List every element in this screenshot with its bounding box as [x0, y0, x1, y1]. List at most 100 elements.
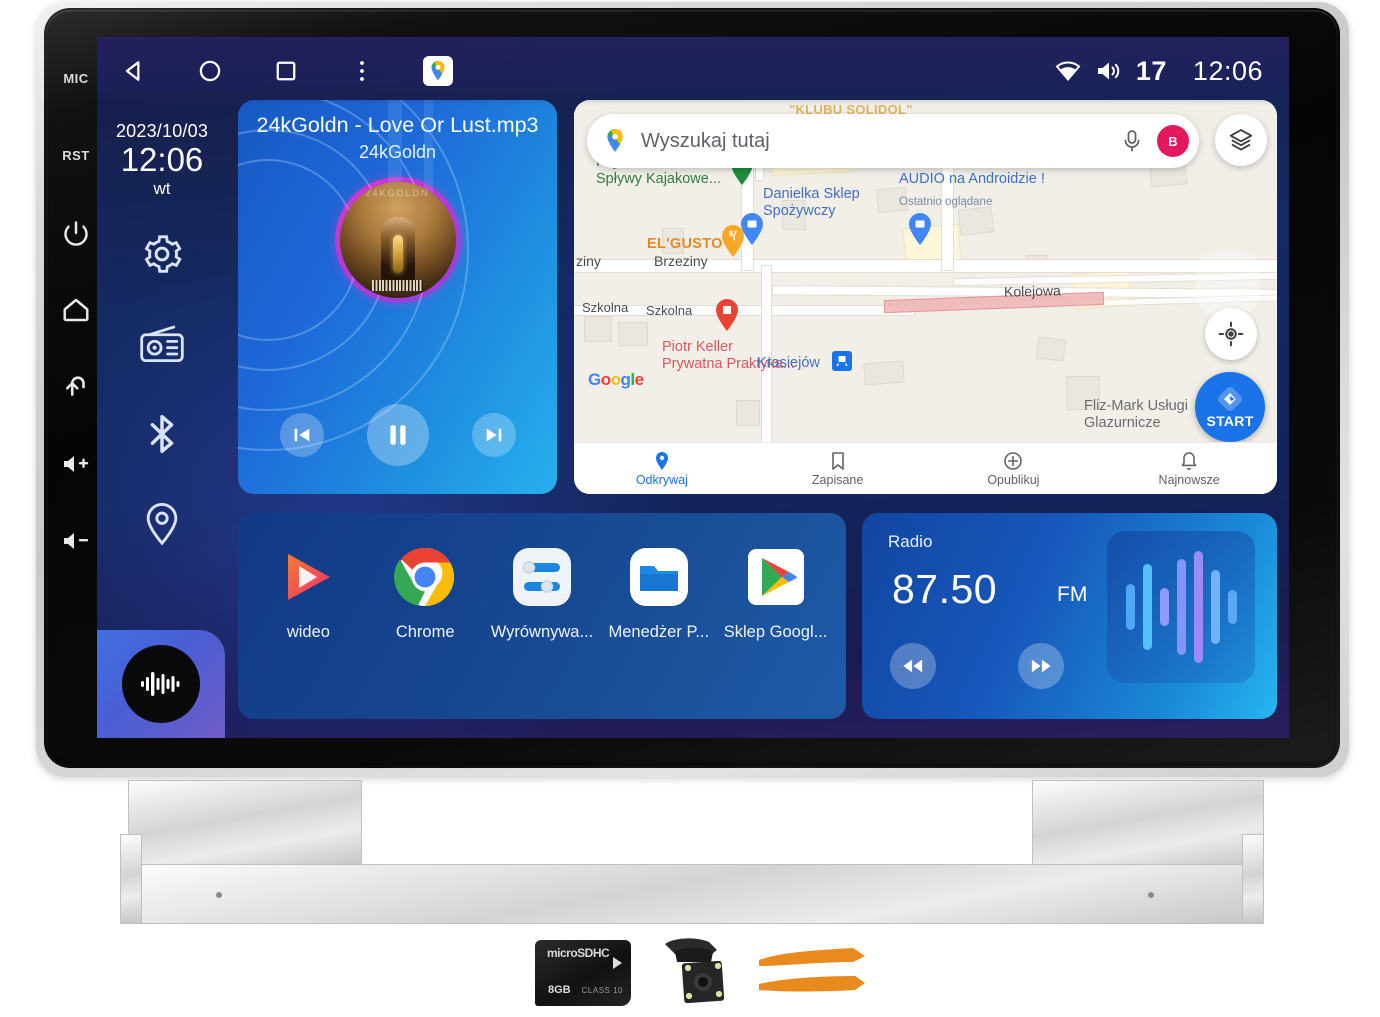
- map-search-bar[interactable]: Wyszukaj tutaj B: [587, 114, 1199, 168]
- mapnav-odkrywaj-label: Odkrywaj: [635, 472, 688, 487]
- back-icon: [65, 375, 85, 396]
- my-location-icon: [1218, 321, 1244, 347]
- poi-elgusto-label[interactable]: EL'GUSTO: [647, 236, 723, 253]
- rail-item-radio[interactable]: [137, 319, 187, 369]
- map-search-input[interactable]: Wyszukaj tutaj: [641, 130, 1121, 153]
- radio-previous-button[interactable]: [890, 643, 936, 689]
- app-play-store[interactable]: Sklep Googl...: [724, 545, 828, 642]
- bracket-screw: [216, 892, 222, 898]
- app-chrome[interactable]: Chrome: [373, 545, 477, 642]
- maps-pin-glyph: [431, 60, 445, 81]
- pry-tools: [759, 948, 865, 992]
- power-key[interactable]: [48, 194, 104, 271]
- rail-item-bluetooth[interactable]: [137, 409, 187, 459]
- app-shortcut-row: wideo Chrome Wyrównywa... Menedżer P... …: [238, 545, 846, 642]
- road-label-szkolna-1: Szkolna: [582, 300, 629, 315]
- poi-fliz-mark-label[interactable]: Fliz-Mark Usługi Glazurnicze: [1084, 398, 1188, 432]
- bell-icon: [1181, 451, 1197, 470]
- touchscreen[interactable]: 17 12:06 2023/10/03 12:06 wt 24kGoldn - …: [97, 37, 1289, 738]
- music-play-pause-button[interactable]: [366, 404, 429, 466]
- google-maps-widget[interactable]: ziny Brzeziny Szkolna Szkolna Kolejowa "…: [574, 100, 1277, 494]
- mapnav-zapisane-label: Zapisane: [811, 472, 864, 487]
- bracket-bottom-rail: [128, 864, 1264, 924]
- rail-date: 2023/10/03: [115, 121, 209, 141]
- reset-key[interactable]: RST: [48, 117, 104, 194]
- home-icon: [63, 298, 89, 321]
- music-player-widget[interactable]: 24kGoldn - Love Or Lust.mp3 24kGoldn 24K…: [238, 100, 557, 494]
- map-start-label: START: [1206, 412, 1254, 429]
- skip-next-icon: [486, 428, 501, 442]
- album-art-barcode: [371, 280, 424, 291]
- poi-pin-medical[interactable]: [714, 298, 740, 332]
- nav-overflow-button[interactable]: [347, 56, 377, 86]
- app-file-manager[interactable]: Menedżer P...: [607, 545, 711, 642]
- map-building: [957, 206, 995, 236]
- radio-next-button[interactable]: [1018, 643, 1064, 689]
- poi-pin-audio[interactable]: [907, 212, 933, 246]
- back-key[interactable]: [48, 348, 104, 425]
- rail-time: 12:06: [120, 141, 204, 178]
- rail-dock-equalizer-button[interactable]: [122, 645, 200, 723]
- radio-tuning-controls: [890, 643, 1064, 689]
- plus-circle-icon: [1004, 451, 1023, 470]
- rear-camera: [665, 938, 725, 1004]
- equalizer-icon: [510, 545, 574, 609]
- chrome-icon: [393, 545, 457, 609]
- mapnav-opublikuj[interactable]: Opublikuj: [926, 451, 1102, 487]
- microsd-capacity: 8GB: [548, 984, 571, 996]
- microsd-brand: microSDHC: [547, 946, 610, 960]
- app-equalizer[interactable]: Wyrównywa...: [490, 545, 594, 642]
- radio-band: FM: [1057, 583, 1088, 606]
- rail-shortcut-list: [137, 229, 187, 549]
- poi-strefa-audio-sub: Ostatnio oglądane: [899, 196, 993, 208]
- mic-key[interactable]: MIC: [48, 40, 104, 117]
- poi-pin-shop[interactable]: [739, 212, 765, 246]
- mapnav-najnowsze-label: Najnowsze: [1158, 472, 1220, 487]
- square-icon: [276, 61, 296, 81]
- microphone-icon[interactable]: [1121, 128, 1143, 154]
- rail-clock-widget[interactable]: 2023/10/03 12:06 wt: [116, 121, 208, 199]
- rail-item-settings[interactable]: [137, 229, 187, 279]
- home-key[interactable]: [48, 271, 104, 348]
- map-account-avatar[interactable]: B: [1157, 125, 1189, 157]
- waveform-bar: [1142, 564, 1152, 650]
- left-rail: 2023/10/03 12:06 wt: [97, 105, 227, 738]
- waveform-bar: [1176, 559, 1186, 655]
- music-transport-controls: [238, 404, 557, 466]
- rewind-icon: [903, 659, 923, 673]
- volume-icon: [1097, 62, 1120, 80]
- map-building: [1035, 336, 1067, 362]
- map-building: [863, 360, 905, 386]
- nav-maps-shortcut-button[interactable]: [423, 56, 453, 86]
- music-next-button[interactable]: [471, 413, 516, 457]
- poi-krasiejow-label[interactable]: Krasiejów: [757, 355, 820, 372]
- nav-recents-button[interactable]: [271, 56, 301, 86]
- nav-home-button[interactable]: [195, 56, 225, 86]
- layers-icon: [1229, 129, 1253, 151]
- map-start-navigation-button[interactable]: START: [1195, 372, 1265, 442]
- bracket-left-tab: [120, 834, 142, 924]
- app-file-manager-label: Menedżer P...: [608, 623, 710, 641]
- rail-item-location[interactable]: [137, 499, 187, 549]
- skip-previous-icon: [294, 428, 309, 442]
- folder-icon: [627, 545, 691, 609]
- volume-level: 17: [1135, 55, 1167, 86]
- mapnav-najnowsze[interactable]: Najnowsze: [1101, 451, 1277, 487]
- map-my-location-button[interactable]: [1205, 308, 1257, 360]
- settings-icon: [144, 234, 182, 273]
- bookmark-icon: [831, 451, 844, 470]
- app-play-store-label: Sklep Googl...: [723, 623, 828, 641]
- mapnav-zapisane[interactable]: Zapisane: [750, 451, 926, 487]
- mapnav-odkrywaj[interactable]: Odkrywaj: [574, 451, 750, 487]
- radio-widget[interactable]: Radio 87.50 FM: [862, 513, 1277, 719]
- volume-down-key[interactable]: [48, 502, 104, 579]
- nav-back-button[interactable]: [119, 56, 149, 86]
- accessory-row: microSDHC 8GB CLASS 10: [505, 932, 875, 1014]
- reset-key-label: RST: [62, 148, 90, 163]
- music-previous-button[interactable]: [279, 413, 324, 457]
- app-wideo[interactable]: wideo: [256, 545, 360, 642]
- map-layers-button[interactable]: [1215, 114, 1267, 166]
- poi-danielka-label[interactable]: Danielka Sklep Spożywczy: [763, 186, 860, 220]
- volume-up-key[interactable]: [48, 425, 104, 502]
- volume-down-icon: [64, 532, 89, 549]
